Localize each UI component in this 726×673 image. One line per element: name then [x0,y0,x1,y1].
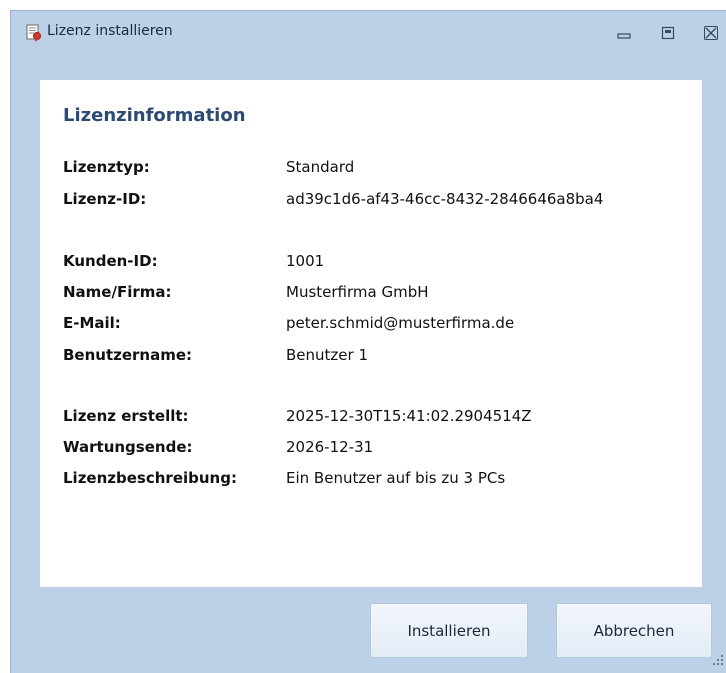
maintenance-end-label: Wartungsende: [63,438,193,456]
minimize-icon [617,33,631,39]
install-button[interactable]: Installieren [370,603,528,658]
company-name-value: Musterfirma GmbH [286,283,429,301]
license-id-value: ad39c1d6-af43-46cc-8432-2846646a8ba4 [286,190,604,208]
minimize-button[interactable] [614,23,634,43]
resize-grip-icon[interactable] [709,651,725,667]
username-label: Benutzername: [63,346,193,364]
license-type-value: Standard [286,158,355,176]
license-install-dialog: Lizenz installieren Lizenzinformation Li… [10,10,726,673]
license-created-value: 2025-12-30T15:41:02.2904514Z [286,407,532,425]
email-value: peter.schmid@musterfirma.de [286,314,515,332]
license-id-label: Lizenz-ID: [63,190,147,208]
close-icon [704,26,718,40]
license-type-label: Lizenztyp: [63,158,150,176]
license-created-label: Lizenz erstellt: [63,407,189,425]
company-name-label: Name/Firma: [63,283,172,301]
maintenance-end-value: 2026-12-31 [286,438,374,456]
maximize-icon [661,26,675,40]
title-bar[interactable]: Lizenz installieren [11,11,726,55]
close-button[interactable] [701,23,721,43]
username-value: Benutzer 1 [286,346,368,364]
license-certificate-icon [25,24,43,42]
section-heading: Lizenzinformation [63,105,246,126]
cancel-button[interactable]: Abbrechen [556,603,712,658]
customer-id-label: Kunden-ID: [63,252,158,270]
license-description-label: Lizenzbeschreibung: [63,469,237,487]
maximize-button[interactable] [658,23,678,43]
email-label: E-Mail: [63,314,121,332]
customer-id-value: 1001 [286,252,325,270]
license-info-panel: Lizenzinformation Lizenztyp: Standard Li… [40,80,702,587]
license-description-value: Ein Benutzer auf bis zu 3 PCs [286,469,506,487]
window-title: Lizenz installieren [47,23,173,39]
